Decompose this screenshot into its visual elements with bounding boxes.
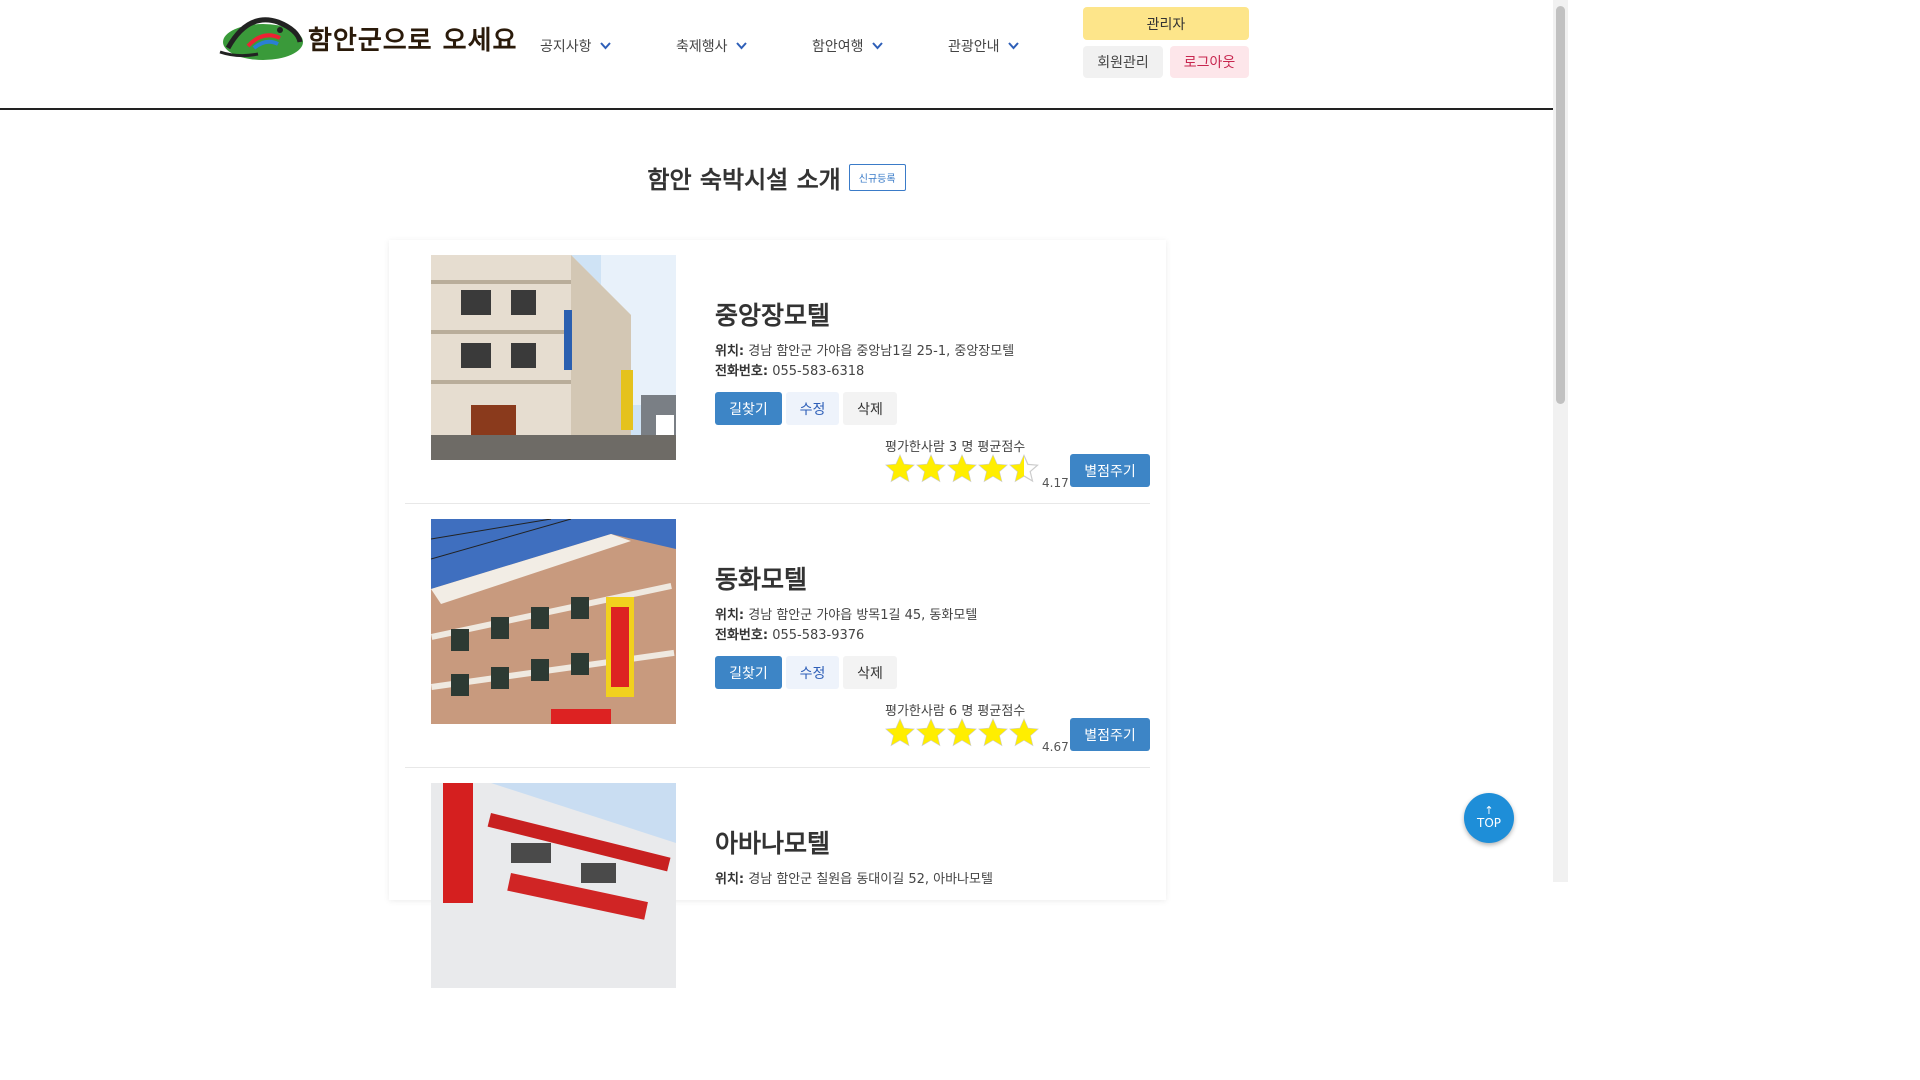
rating-summary: 평가한사람 6 명 평균점수 — [885, 704, 1026, 719]
logo-text: 함안군으로 오세요 — [308, 26, 518, 56]
arrow-up-icon: ↑ — [1484, 804, 1494, 817]
vertical-scrollbar[interactable] — [1553, 0, 1568, 882]
star-icon — [947, 718, 977, 747]
lodging-photo — [431, 255, 676, 460]
star-rating — [885, 718, 1039, 748]
star-rating — [885, 454, 1039, 484]
phone-value: 055-583-9376 — [772, 628, 865, 643]
route-button[interactable]: 길찾기 — [715, 392, 782, 425]
nav-item-travel[interactable]: 함안여행 — [812, 36, 948, 56]
page-title: 함안 숙박시설 소개 — [647, 166, 841, 194]
phone-label: 전화번호: — [715, 364, 769, 379]
chevron-down-icon — [1007, 40, 1019, 53]
lodging-photo — [431, 783, 676, 988]
list-item: 중앙장모텔 위치: 경남 함안군 가야읍 중앙남1길 25-1, 중앙장모텔 전… — [405, 240, 1150, 504]
lodging-name: 동화모텔 — [715, 565, 808, 594]
average-score: 4.67 — [1042, 740, 1069, 754]
lodging-name: 아바나모텔 — [715, 829, 831, 858]
star-icon — [1009, 718, 1039, 747]
star-icon — [978, 454, 1008, 483]
main-nav: 공지사항 축제행사 함안여행 관광안내 — [540, 36, 1084, 56]
nav-label: 축제행사 — [676, 39, 728, 55]
phone-value: 055-583-6318 — [772, 364, 865, 379]
lodging-list: 중앙장모텔 위치: 경남 함안군 가야읍 중앙남1길 25-1, 중앙장모텔 전… — [389, 240, 1166, 988]
rating-summary: 평가한사람 3 명 평균점수 — [885, 440, 1026, 455]
list-item: 동화모텔 위치: 경남 함안군 가야읍 방목1길 45, 동화모텔 전화번호: … — [405, 504, 1150, 768]
lodging-name: 중앙장모텔 — [715, 301, 831, 330]
action-buttons: 길찾기 수정 삭제 — [715, 392, 897, 425]
star-icon — [916, 718, 946, 747]
delete-button[interactable]: 삭제 — [843, 656, 897, 689]
top-label: TOP — [1476, 816, 1501, 830]
rate-button[interactable]: 별점주기 — [1070, 454, 1150, 487]
list-item: 아바나모텔 위치: 경남 함안군 칠원읍 동대이길 52, 아바나모텔 — [405, 768, 1150, 1032]
lodging-phone: 전화번호: 055-583-9376 — [715, 624, 864, 643]
scrollbar-thumb[interactable] — [1556, 6, 1565, 404]
location-label: 위치: — [715, 872, 745, 887]
page-title-row: 함안 숙박시설 소개 신규등록 — [0, 160, 1553, 195]
star-icon — [885, 718, 915, 747]
location-value: 경남 함안군 가야읍 중앙남1길 25-1, 중앙장모텔 — [748, 344, 1015, 359]
logout-button[interactable]: 로그아웃 — [1170, 46, 1249, 78]
nav-label: 공지사항 — [540, 39, 592, 55]
nav-item-notice[interactable]: 공지사항 — [540, 36, 676, 56]
route-button[interactable]: 길찾기 — [715, 656, 782, 689]
star-icon — [885, 454, 915, 483]
average-score: 4.17 — [1042, 476, 1069, 490]
nav-label: 함안여행 — [812, 39, 864, 55]
nav-label: 관광안내 — [948, 39, 1000, 55]
leaf-logo-icon — [219, 17, 303, 60]
lodging-location: 위치: 경남 함안군 가야읍 중앙남1길 25-1, 중앙장모텔 — [715, 340, 1014, 359]
delete-button[interactable]: 삭제 — [843, 392, 897, 425]
location-value: 경남 함안군 가야읍 방목1길 45, 동화모텔 — [748, 608, 978, 623]
star-icon — [916, 454, 946, 483]
location-value: 경남 함안군 칠원읍 동대이길 52, 아바나모텔 — [748, 872, 993, 887]
action-buttons: 길찾기 수정 삭제 — [715, 656, 897, 689]
phone-label: 전화번호: — [715, 628, 769, 643]
rate-button[interactable]: 별점주기 — [1070, 718, 1150, 751]
star-icon — [947, 454, 977, 483]
star-icon — [1009, 454, 1039, 483]
chevron-down-icon — [599, 40, 611, 53]
nav-item-tourism[interactable]: 관광안내 — [948, 36, 1084, 56]
nav-item-festival[interactable]: 축제행사 — [676, 36, 812, 56]
site-header: 함안군으로 오세요 공지사항 축제행사 함안여행 관광안내 관리자 회원관리 로… — [0, 0, 1553, 110]
edit-button[interactable]: 수정 — [786, 656, 839, 689]
lodging-location: 위치: 경남 함안군 칠원읍 동대이길 52, 아바나모텔 — [715, 868, 993, 887]
lodging-phone: 전화번호: 055-583-6318 — [715, 360, 864, 379]
star-icon — [978, 718, 1008, 747]
location-label: 위치: — [715, 344, 745, 359]
site-logo[interactable]: 함안군으로 오세요 — [218, 8, 516, 64]
location-label: 위치: — [715, 608, 745, 623]
lodging-photo — [431, 519, 676, 724]
scroll-top-button[interactable]: ↑ TOP — [1464, 793, 1514, 843]
lodging-location: 위치: 경남 함안군 가야읍 방목1길 45, 동화모텔 — [715, 604, 977, 623]
chevron-down-icon — [735, 40, 747, 53]
admin-badge[interactable]: 관리자 — [1083, 7, 1249, 40]
new-registration-button[interactable]: 신규등록 — [848, 164, 906, 191]
member-management-button[interactable]: 회원관리 — [1083, 46, 1163, 78]
chevron-down-icon — [871, 40, 883, 53]
edit-button[interactable]: 수정 — [786, 392, 839, 425]
